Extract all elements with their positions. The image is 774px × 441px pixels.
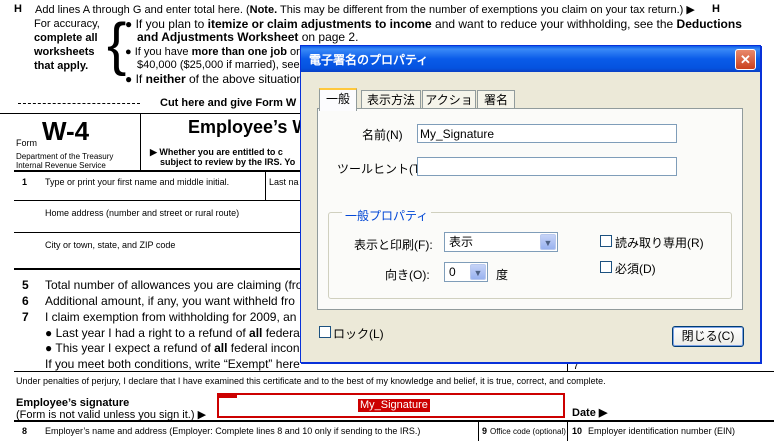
general-properties-group — [328, 212, 732, 299]
line-9-num: 9 — [482, 426, 488, 436]
rule — [14, 371, 774, 372]
bullet-1-line-2: and Adjustments Worksheet on page 2. — [137, 30, 359, 44]
rule — [14, 420, 774, 422]
rule — [14, 232, 300, 233]
line-10-text: Employer identification number (EIN) — [588, 426, 736, 436]
line-9-text: Office code (optional) — [490, 427, 566, 436]
display-select[interactable]: 表示 ▼ — [444, 232, 558, 252]
orientation-select[interactable]: 0 ▼ — [444, 262, 488, 282]
form-title: Employee’s W — [188, 117, 310, 137]
display-select-value: 表示 — [449, 235, 474, 249]
tab-signed[interactable]: 署名 — [477, 90, 515, 109]
readonly-label: 読み取り専用(R) — [615, 236, 704, 250]
line-h-text: Add lines A through G and enter total he… — [35, 4, 695, 16]
chevron-down-icon[interactable]: ▼ — [470, 264, 486, 280]
rule — [140, 114, 141, 170]
line-h-end-letter: H — [712, 3, 720, 15]
rule — [14, 268, 300, 270]
signature-field-value: My_Signature — [358, 399, 430, 412]
accuracy-line-2: complete all — [34, 32, 98, 44]
dept-line-2: Internal Revenue Service — [16, 161, 106, 170]
cut-dashed-line — [18, 103, 140, 104]
last-name-label: Last na — [269, 177, 299, 187]
perjury-statement: Under penalties of perjury, I declare th… — [16, 376, 606, 386]
dialog-title: 電子署名のプロパティ — [309, 53, 429, 67]
line-7-bullet-1: ● Last year I had a right to a refund of… — [45, 326, 300, 340]
chevron-down-icon[interactable]: ▼ — [540, 234, 556, 250]
line-6-text: Additional amount, if any, you want with… — [45, 294, 295, 308]
lock-label: ロック(L) — [333, 327, 384, 341]
line-7-bullet-2: ● This year I expect a refund of all fed… — [45, 341, 300, 355]
display-label: 表示と印刷(F): — [354, 238, 433, 252]
dialog-titlebar[interactable]: 電子署名のプロパティ ✕ — [301, 46, 760, 72]
bullet-2: ● If you have more than one job or ar — [125, 46, 313, 58]
home-address-label: Home address (number and street or rural… — [45, 208, 240, 218]
line-8-num: 8 — [22, 426, 28, 436]
line-8-text: Employer’s name and address (Employer: C… — [45, 426, 421, 436]
bullet-2-line-2: $40,000 ($25,000 if married), see th — [137, 59, 312, 71]
bullet-1: ● If you plan to itemize or claim adjust… — [125, 17, 742, 31]
degree-label: 度 — [496, 268, 509, 282]
readonly-checkbox[interactable] — [600, 235, 612, 247]
bullet-3: ● If neither of the above situation — [125, 72, 304, 86]
tooltip-label: ツールヒント(T) — [337, 162, 425, 176]
line-6-num: 6 — [22, 294, 29, 308]
lock-checkbox[interactable] — [319, 326, 331, 338]
accuracy-line-1: For accuracy, — [34, 18, 100, 30]
line-1-label: Type or print your first name and middle… — [45, 177, 230, 187]
city-label: City or town, state, and ZIP code — [45, 240, 176, 250]
line-5-num: 5 — [22, 278, 29, 292]
name-label: 名前(N) — [362, 128, 403, 142]
rule — [14, 200, 300, 201]
signature-field-tag — [219, 395, 237, 398]
line-h-letter: H — [14, 3, 22, 15]
dept-line-1: Department of the Treasury — [16, 152, 114, 161]
line-10-num: 10 — [572, 426, 583, 436]
close-icon: ✕ — [740, 52, 751, 67]
rule — [478, 422, 479, 441]
line-7-num: 7 — [22, 310, 29, 324]
curly-brace: { — [107, 12, 127, 77]
close-window-button[interactable]: ✕ — [735, 49, 756, 70]
cut-here-text: Cut here and give Form W — [160, 97, 297, 109]
required-checkbox[interactable] — [600, 261, 612, 273]
orientation-label: 向き(O): — [385, 268, 430, 282]
rule — [0, 113, 300, 114]
name-input[interactable]: My_Signature — [417, 124, 677, 143]
signature-properties-dialog: 電子署名のプロパティ ✕ 一般 表示方法 アクション 署名 名前(N) My_S… — [300, 45, 761, 363]
rule — [567, 422, 568, 441]
accuracy-line-4: that apply. — [34, 60, 89, 72]
form-number: W-4 — [42, 116, 90, 146]
line-7-exempt: If you meet both conditions, write “Exem… — [45, 357, 300, 371]
accuracy-line-3: worksheets — [34, 46, 95, 58]
general-properties-label: 一般プロパティ — [342, 207, 432, 224]
form-label: Form — [16, 138, 37, 148]
rule — [265, 172, 266, 200]
line-7-text: I claim exemption from withholding for 2… — [45, 310, 297, 324]
tooltip-input[interactable] — [417, 157, 677, 176]
general-tab-panel: 名前(N) My_Signature ツールヒント(T) 一般プロパティ 表示と… — [317, 108, 743, 310]
line-1-num: 1 — [22, 177, 28, 187]
rule — [14, 170, 300, 172]
line-5-text: Total number of allowances you are claim… — [45, 278, 303, 292]
subtitle-2: subject to review by the IRS. Yo — [160, 157, 296, 167]
close-button[interactable]: 閉じる(C) — [672, 326, 744, 347]
date-label: Date ▶ — [572, 407, 608, 419]
orientation-select-value: 0 — [449, 265, 456, 279]
tab-actions[interactable]: アクション — [422, 90, 476, 125]
tab-appearance[interactable]: 表示方法 — [361, 90, 421, 109]
tab-general[interactable]: 一般 — [319, 88, 357, 111]
required-label: 必須(D) — [615, 262, 656, 276]
